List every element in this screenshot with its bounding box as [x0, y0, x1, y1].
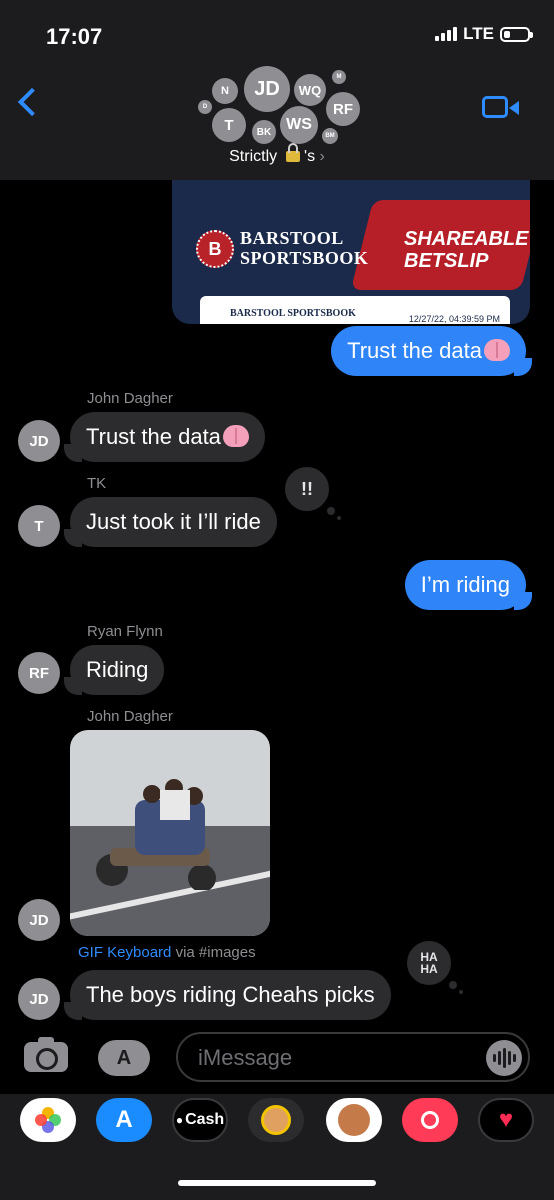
message-bubble-outgoing[interactable]: I’m riding	[404, 560, 533, 610]
group-name-suffix: 's	[304, 148, 316, 165]
message-input[interactable]	[196, 1042, 480, 1074]
avatar: M	[332, 70, 346, 84]
memoji-app-icon[interactable]	[248, 1098, 304, 1142]
signal-icon	[435, 27, 458, 41]
camera-icon[interactable]	[24, 1037, 68, 1072]
images-search-app-icon[interactable]	[402, 1098, 458, 1142]
avatar: WS	[280, 106, 318, 144]
avatar[interactable]: JD	[18, 978, 60, 1020]
home-indicator[interactable]	[178, 1180, 376, 1186]
haha-tapback-icon[interactable]: HA HA	[404, 938, 463, 994]
apple-logo-icon: ●	[175, 1113, 184, 1127]
message-bubble-incoming[interactable]: Riding	[63, 645, 165, 695]
network-label: LTE	[463, 24, 494, 43]
sender-name: TK	[87, 475, 107, 492]
shareable-betslip-text: SHAREABLE BETSLIP	[404, 228, 529, 272]
digital-touch-app-icon[interactable]: ♥	[478, 1098, 534, 1142]
heart-icon: ♥	[498, 1106, 514, 1133]
brain-emoji-icon	[484, 339, 510, 361]
battery-icon	[500, 26, 533, 42]
gif-attribution[interactable]: GIF Keyboard via #images	[78, 944, 256, 961]
message-bubble-incoming[interactable]: Trust the data	[64, 412, 265, 462]
message-bubble-incoming[interactable]: Just took it I’ll ride	[64, 497, 277, 547]
avatar: BM	[322, 128, 338, 144]
facetime-video-icon[interactable]	[482, 96, 519, 118]
message-bubble-outgoing[interactable]: Trust the data	[331, 326, 532, 376]
status-time: 17:07	[46, 24, 103, 49]
avatar[interactable]: JD	[18, 420, 60, 462]
message-input-field[interactable]	[176, 1032, 530, 1082]
avatar: D	[198, 100, 212, 114]
avatar: JD	[244, 66, 290, 112]
avatar[interactable]: T	[18, 505, 60, 547]
app-store-app-icon[interactable]: A	[96, 1098, 152, 1142]
app-store-icon[interactable]: A	[98, 1040, 150, 1076]
apple-cash-app-icon[interactable]: ● Cash	[172, 1098, 228, 1142]
avatar[interactable]: RF	[18, 652, 60, 694]
avatar[interactable]: JD	[18, 899, 60, 941]
chevron-right-icon: ›	[319, 148, 325, 165]
group-name-label: Strictly	[229, 148, 278, 165]
message-bubble-incoming[interactable]: The boys riding Cheahs picks	[64, 970, 391, 1020]
lock-emoji-icon	[285, 143, 300, 162]
photos-app-icon[interactable]	[20, 1098, 76, 1142]
avatar: N	[212, 78, 238, 104]
emphasize-tapback-icon[interactable]: !!	[282, 464, 341, 520]
barstool-logo-icon: B	[196, 230, 234, 268]
sender-name: John Dagher	[87, 390, 173, 407]
audio-message-icon[interactable]	[486, 1040, 522, 1076]
gif-image[interactable]	[70, 730, 270, 936]
betslip-image[interactable]: B BARSTOOL SPORTSBOOK SHAREABLE BETSLIP …	[172, 180, 530, 324]
avatar: WQ	[294, 74, 326, 106]
brain-emoji-icon	[222, 425, 249, 447]
group-avatar-cluster[interactable]: N JD WQ M D RF T WS BK BM	[190, 62, 370, 148]
betslip-paper: BARSTOOL SPORTSBOOK 12/27/22, 04:39:59 P…	[200, 296, 510, 324]
sender-name: Ryan Flynn	[87, 623, 163, 640]
sender-name: John Dagher	[87, 708, 173, 725]
brand-text: BARSTOOL SPORTSBOOK	[240, 228, 369, 268]
avatar: BK	[252, 120, 276, 144]
avatar: RF	[326, 92, 360, 126]
group-name[interactable]: Strictly 's ›	[0, 143, 554, 166]
avatar: T	[212, 108, 246, 142]
motorcycle-riders-graphic	[96, 779, 216, 890]
memoji-stickers-app-icon[interactable]	[326, 1098, 382, 1142]
status-indicators: LTE	[435, 24, 533, 44]
